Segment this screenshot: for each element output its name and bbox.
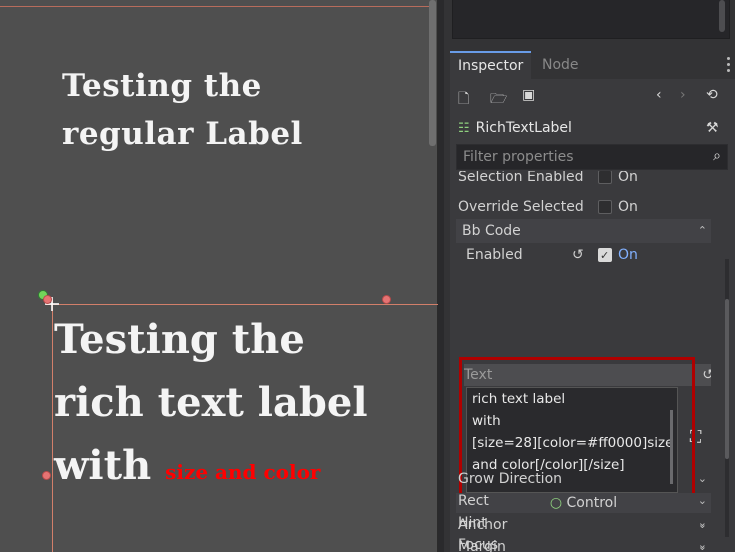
- chevron-down-icon: ⌄: [697, 472, 707, 485]
- search-icon[interactable]: ⌕: [713, 148, 721, 164]
- save-icon[interactable]: ▣: [522, 87, 535, 103]
- object-properties-icon[interactable]: ⚒: [706, 120, 719, 136]
- rich-line-red: size and color: [165, 460, 321, 484]
- history-forward-icon[interactable]: ›: [680, 87, 686, 103]
- prop-selection-enabled[interactable]: Selection Enabled On: [456, 171, 711, 189]
- group-label: Grow Direction: [458, 471, 563, 487]
- label-line: regular Label: [62, 116, 303, 152]
- history-back-icon[interactable]: ‹: [656, 87, 662, 103]
- resize-handle-top[interactable]: [382, 295, 391, 304]
- label-line: Testing the: [62, 68, 262, 104]
- resize-handle-left[interactable]: [42, 471, 51, 480]
- right-dock: Inspector Node 🗋 🗁 ▣ ‹ › ⟲ ☷ RichTextLabe…: [438, 0, 735, 552]
- prop-override-selected[interactable]: Override Selected On: [456, 195, 711, 219]
- dock-tabs: Inspector Node: [450, 51, 735, 81]
- scene-panel-scrollbar[interactable]: [719, 0, 725, 32]
- group-grow-direction[interactable]: Grow Direction ⌄: [456, 467, 711, 491]
- rich-line: Testing the: [54, 316, 305, 363]
- chevron-down-icon: ⌄: [697, 538, 707, 551]
- regular-label-node[interactable]: Testing the regular Label: [62, 62, 303, 158]
- section-label: Bb Code: [462, 223, 521, 239]
- scene-panel: [452, 0, 730, 39]
- prop-label: Selection Enabled: [458, 171, 584, 185]
- selection-rect-left: [52, 300, 53, 552]
- prop-value: On: [618, 171, 638, 185]
- chevron-down-icon: ⌄: [697, 516, 707, 529]
- rich-text-label-icon: ☷: [458, 121, 470, 136]
- group-rect[interactable]: Rect ⌄: [456, 489, 711, 513]
- node-type-label: RichTextLabel: [475, 120, 572, 136]
- revert-icon[interactable]: ↺: [702, 364, 711, 386]
- bbcode-enabled-checkbox[interactable]: [598, 244, 612, 268]
- chevron-down-icon: ⌄: [697, 494, 707, 507]
- group-focus[interactable]: Focus ⌄: [456, 533, 711, 552]
- prop-label: Enabled: [466, 247, 523, 263]
- guide-line: [0, 6, 430, 7]
- dock-separator[interactable]: [438, 0, 444, 552]
- property-list-continued: Grow Direction ⌄ Rect ⌄ Hint ⌄ Focus ⌄: [456, 467, 711, 552]
- resize-handle-top-left[interactable]: [43, 295, 52, 304]
- prop-label: Override Selected: [458, 199, 584, 215]
- node-type-row[interactable]: ☷ RichTextLabel: [458, 117, 572, 139]
- prop-value: On: [618, 247, 638, 263]
- inspector-scrollbar-thumb[interactable]: [725, 299, 729, 459]
- inspector-panel: 🗋 🗁 ▣ ‹ › ⟲ ☷ RichTextLabel ⚒ ⌕ Selection…: [450, 79, 735, 552]
- filter-box: ⌕: [456, 144, 728, 170]
- rich-line-white: with: [54, 442, 152, 489]
- canvas-viewport[interactable]: Testing the regular Label Testing the ri…: [0, 0, 438, 552]
- rich-line: with size and color: [54, 434, 368, 504]
- open-folder-icon[interactable]: 🗁: [490, 88, 507, 112]
- override-selected-checkbox[interactable]: [598, 200, 612, 214]
- new-resource-icon[interactable]: 🗋: [458, 88, 469, 112]
- group-label: Rect: [458, 493, 489, 509]
- selection-enabled-checkbox[interactable]: [598, 171, 612, 184]
- group-hint[interactable]: Hint ⌄: [456, 511, 711, 535]
- prop-bbcode-enabled[interactable]: Enabled ↺ On: [456, 243, 711, 268]
- section-bbcode[interactable]: Bb Code ⌃: [456, 219, 711, 243]
- tab-inspector[interactable]: Inspector: [450, 51, 532, 81]
- tab-node[interactable]: Node: [534, 51, 587, 79]
- rich-text-label-node[interactable]: Testing the rich text label with size an…: [54, 308, 368, 504]
- dock-menu-icon[interactable]: [727, 57, 731, 73]
- filter-properties-input[interactable]: [457, 145, 709, 169]
- revert-icon[interactable]: ↺: [572, 243, 584, 267]
- viewport-scrollbar[interactable]: [429, 0, 436, 146]
- object-history-icon[interactable]: ⟲: [706, 87, 718, 103]
- group-label: Focus: [458, 537, 498, 552]
- group-label: Hint: [458, 515, 487, 531]
- rich-line: rich text label: [54, 379, 368, 426]
- prop-value: On: [618, 199, 638, 215]
- chevron-up-icon: ⌃: [697, 224, 707, 237]
- selection-rect-top: [46, 304, 438, 305]
